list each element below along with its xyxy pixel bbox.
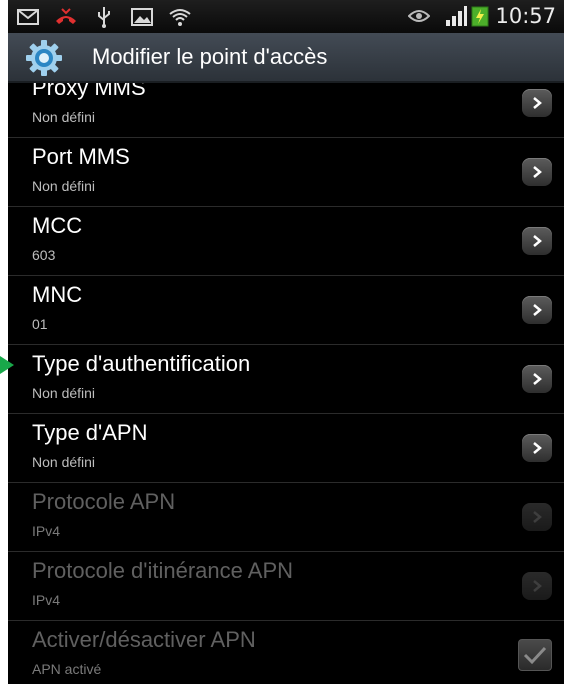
chevron-right-icon	[522, 158, 552, 186]
settings-list[interactable]: Proxy MMS Non défini Port MMS Non défini…	[8, 83, 564, 684]
eye-icon	[407, 5, 431, 27]
list-item-roaming-protocol: Protocole d'itinérance APN IPv4	[8, 552, 564, 621]
battery-charging-icon	[471, 5, 489, 27]
notification-icons	[16, 6, 206, 28]
item-title: Activer/désactiver APN	[32, 627, 256, 652]
chevron-right-icon	[522, 572, 552, 600]
chevron-right-icon	[522, 89, 552, 117]
chevron-right-icon	[522, 227, 552, 255]
item-title: Port MMS	[32, 144, 130, 169]
item-subtitle: 603	[32, 247, 56, 263]
settings-gear-icon	[24, 38, 64, 78]
chevron-right-icon	[522, 365, 552, 393]
item-subtitle: Non défini	[32, 178, 96, 194]
chevron-right-icon	[522, 503, 552, 531]
clock: 10:57	[495, 4, 556, 28]
item-subtitle: APN activé	[32, 661, 102, 677]
mail-icon	[16, 6, 40, 28]
list-item-mnc[interactable]: MNC 01	[8, 276, 564, 345]
action-bar: Modifier le point d'accès	[8, 33, 564, 83]
item-title: Proxy MMS	[32, 83, 146, 100]
page-title: Modifier le point d'accès	[92, 44, 328, 69]
item-subtitle: IPv4	[32, 592, 61, 608]
wifi-icon	[168, 6, 192, 28]
list-item-mcc[interactable]: MCC 603	[8, 207, 564, 276]
item-title: Protocole APN	[32, 489, 176, 514]
list-item-auth-type[interactable]: Type d'authentification Non défini	[8, 345, 564, 414]
list-item-apn-toggle: Activer/désactiver APN APN activé	[8, 621, 564, 684]
item-subtitle: 01	[32, 316, 48, 332]
list-item-port-mms[interactable]: Port MMS Non défini	[8, 138, 564, 207]
item-subtitle: Non défini	[32, 454, 96, 470]
list-item-proxy-mms[interactable]: Proxy MMS Non défini	[8, 83, 564, 138]
usb-icon	[92, 6, 116, 28]
item-title: MNC	[32, 282, 83, 307]
status-bar: 10:57	[8, 0, 564, 33]
item-title: Type d'APN	[32, 420, 148, 445]
phone-screen: 10:57 Modifier le point d'accès Proxy MM…	[8, 0, 564, 684]
list-item-apn-protocol: Protocole APN IPv4	[8, 483, 564, 552]
item-title: Protocole d'itinérance APN	[32, 558, 294, 583]
item-subtitle: IPv4	[32, 523, 61, 539]
chevron-right-icon	[522, 296, 552, 324]
item-subtitle: Non défini	[32, 385, 96, 401]
pointer-arrow-icon	[0, 356, 14, 374]
item-title: Type d'authentification	[32, 351, 251, 376]
system-status: 10:57	[407, 4, 556, 28]
image-icon	[130, 6, 154, 28]
apn-enabled-checkbox	[518, 639, 552, 671]
chevron-right-icon	[522, 434, 552, 462]
missed-call-icon	[54, 6, 78, 28]
item-subtitle: Non défini	[32, 109, 96, 125]
list-item-apn-type[interactable]: Type d'APN Non défini	[8, 414, 564, 483]
signal-icon	[445, 6, 468, 26]
item-title: MCC	[32, 213, 83, 238]
